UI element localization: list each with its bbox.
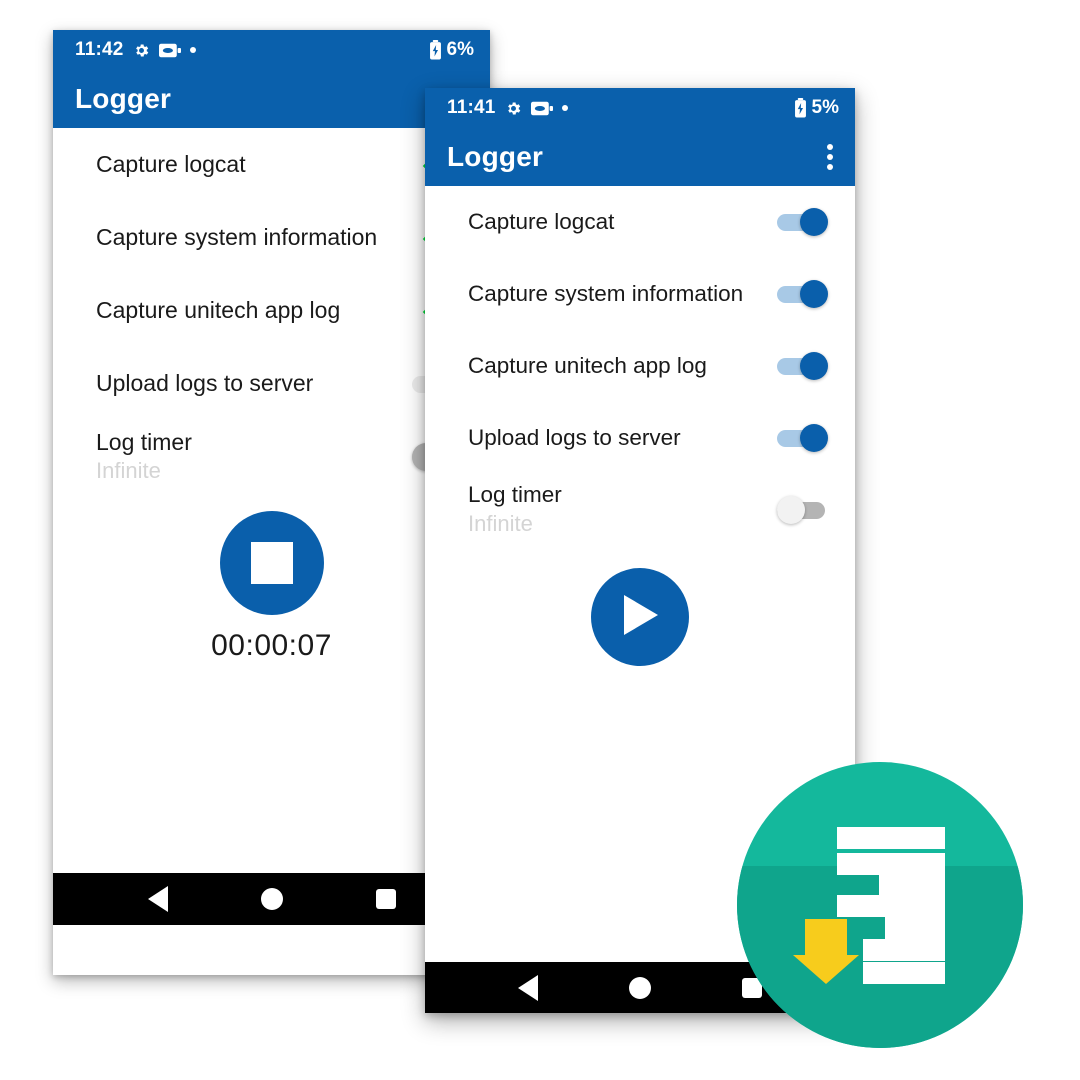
row-title: Capture system information <box>96 224 378 251</box>
row-title: Upload logs to server <box>96 370 314 397</box>
recents-square-icon[interactable] <box>375 889 396 909</box>
row-title: Capture unitech app log <box>468 353 707 379</box>
row-text-group: Capture unitech app log <box>468 353 777 379</box>
row-title: Capture system information <box>468 281 744 307</box>
battery-percent-label: 5% <box>811 97 839 118</box>
row-text-group: Capture unitech app log <box>96 297 420 323</box>
app-title: Logger <box>447 141 544 172</box>
battery-percent-label: 6% <box>446 39 474 60</box>
battery-charging-icon <box>429 40 442 60</box>
status-bar-time: 11:42 <box>75 39 124 60</box>
dot-icon <box>189 47 196 53</box>
status-bar-back: 11:42 6% <box>53 30 490 70</box>
gear-icon <box>505 100 522 117</box>
row-title: Capture logcat <box>468 209 615 235</box>
screenshot-stage: 11:42 6% Logger Capture logcat Capture s… <box>0 0 1080 1080</box>
stop-icon <box>250 542 293 584</box>
row-text-group: Capture system information <box>468 281 777 307</box>
app-bar-front: Logger <box>425 128 855 186</box>
row-text-group: Capture logcat <box>96 151 420 177</box>
app-title: Logger <box>75 83 172 114</box>
row-upload-logs-to-server[interactable]: Upload logs to server <box>425 402 855 474</box>
dot-icon <box>561 105 568 111</box>
toggle-thumb <box>800 208 828 236</box>
toggle-thumb <box>800 352 828 380</box>
action-area-front <box>425 568 855 666</box>
row-title: Log timer <box>96 428 192 455</box>
overflow-menu-icon[interactable] <box>821 140 839 174</box>
row-title: Upload logs to server <box>468 425 681 451</box>
row-capture-unitech-app-log[interactable]: Capture unitech app log <box>425 330 855 402</box>
logger-app-icon <box>737 762 1023 1048</box>
row-text-group: Capture logcat <box>468 209 777 235</box>
row-log-timer[interactable]: Log timer Infinite <box>425 474 855 546</box>
row-title: Capture logcat <box>96 151 246 178</box>
toggle-upload-logs[interactable] <box>777 422 829 454</box>
battery-saver-icon <box>530 101 553 116</box>
row-capture-logcat[interactable]: Capture logcat <box>425 186 855 258</box>
row-subtitle: Infinite <box>468 511 533 537</box>
start-recording-button[interactable] <box>591 568 689 666</box>
status-bar-battery-group: 6% <box>429 39 474 61</box>
status-bar-icons <box>505 100 568 117</box>
row-title: Capture unitech app log <box>96 297 341 324</box>
toggle-log-timer[interactable] <box>777 494 829 526</box>
row-text-group: Capture system information <box>96 224 420 250</box>
recording-timer: 00:00:07 <box>211 629 332 662</box>
toggle-thumb <box>800 424 828 452</box>
toggle-capture-system-information[interactable] <box>777 278 829 310</box>
battery-charging-icon <box>794 98 807 118</box>
toggle-thumb <box>777 496 805 524</box>
home-circle-icon[interactable] <box>628 977 651 999</box>
overflow-dot <box>827 144 833 150</box>
overflow-dot <box>827 154 833 160</box>
status-bar-time: 11:41 <box>447 97 496 118</box>
toggle-thumb <box>800 280 828 308</box>
row-title: Log timer <box>468 482 562 508</box>
battery-saver-icon <box>158 43 181 58</box>
status-bar-icons <box>133 42 196 59</box>
row-text-group: Upload logs to server <box>468 425 777 451</box>
back-triangle-icon[interactable] <box>147 886 168 912</box>
row-text-group: Upload logs to server <box>96 370 412 396</box>
row-text-group: Log timer Infinite <box>468 482 777 537</box>
status-bar-battery-group: 5% <box>794 97 839 119</box>
gear-icon <box>133 42 150 59</box>
overflow-dot <box>827 164 833 170</box>
stop-recording-button[interactable] <box>219 511 324 615</box>
toggle-capture-logcat[interactable] <box>777 206 829 238</box>
play-icon <box>618 592 662 643</box>
row-text-group: Log timer Infinite <box>96 429 412 485</box>
row-capture-system-information[interactable]: Capture system information <box>425 258 855 330</box>
home-circle-icon[interactable] <box>260 888 283 910</box>
back-triangle-icon[interactable] <box>518 975 539 1001</box>
row-subtitle: Infinite <box>96 458 161 484</box>
status-bar-front: 11:41 5% <box>425 88 855 128</box>
toggle-capture-unitech-app-log[interactable] <box>777 350 829 382</box>
